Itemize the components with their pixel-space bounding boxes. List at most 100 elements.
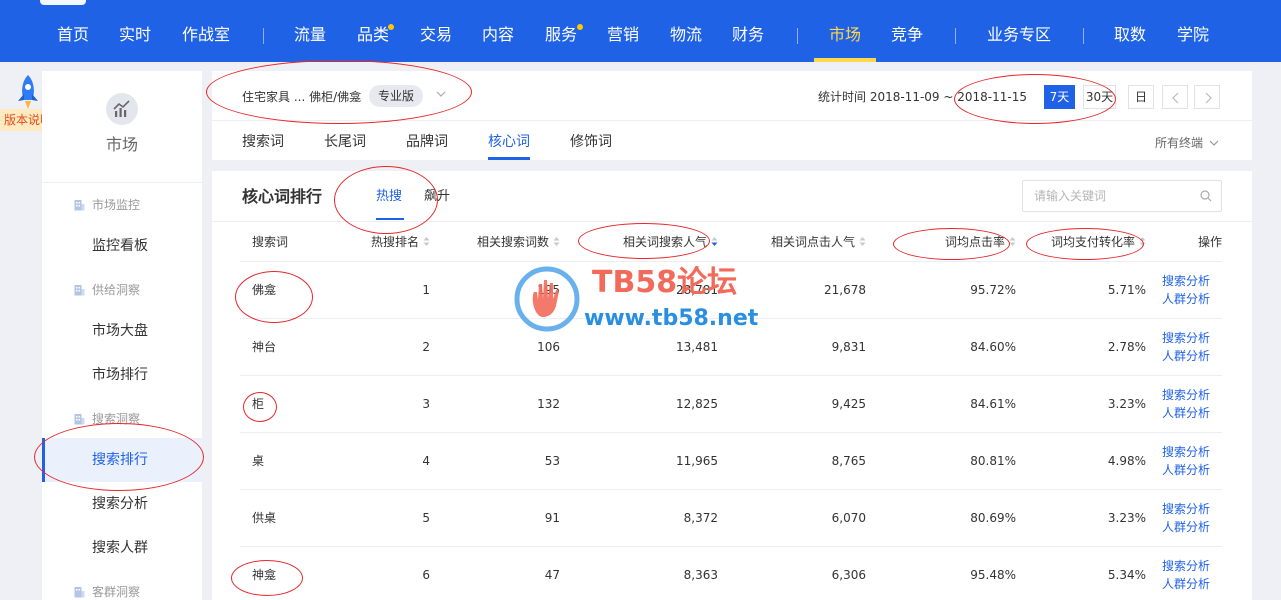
cell-hot-rank: 3 [320,374,430,432]
sidebar-item-market-rank[interactable]: 市场排行 [42,353,202,397]
cell-related-count: 106 [430,317,560,375]
prev-period-button[interactable] [1162,85,1188,109]
col-header-click-popularity[interactable]: 相关词点击人气 [718,222,866,261]
nav-item-warroom[interactable]: 作战室 [182,24,230,46]
cell-cvr: 5.71% [1016,260,1146,318]
nav-item-traffic[interactable]: 流量 [294,24,326,46]
edition-badge: 专业版 [369,85,424,107]
cell-actions: 搜索分析 人群分析 [1146,374,1222,432]
crowd-analysis-link[interactable]: 人群分析 [1162,461,1222,479]
table-row: 神龛 6 47 8,363 6,306 95.48% 5.34% 搜索分析 人群分… [240,545,1222,600]
keyword-search [1022,180,1222,212]
cell-cvr: 5.34% [1016,545,1146,600]
category-breadcrumb[interactable]: 住宅家具 ... 佛柜/佛龛 [242,88,361,106]
nav-item-logistics[interactable]: 物流 [670,24,702,46]
terminal-select[interactable]: 所有终端 [1155,134,1219,151]
filter-header: 住宅家具 ... 佛柜/佛龛 专业版 统计时间 2018-11-09 ~ 201… [212,71,1252,160]
nav-item-marketing[interactable]: 营销 [607,24,639,46]
chevron-down-icon[interactable] [435,88,447,100]
nav-item-content[interactable]: 内容 [482,24,514,46]
cell-ctr: 80.69% [866,488,1016,546]
crowd-analysis-link[interactable]: 人群分析 [1162,404,1222,422]
table-row: 柜 3 132 12,825 9,425 84.61% 3.23% 搜索分析 人群… [240,374,1222,432]
nav-item-academy[interactable]: 学院 [1177,24,1209,46]
sort-icon [423,236,430,246]
table-row: 神台 2 106 13,481 9,831 84.60% 2.78% 搜索分析人… [240,317,1222,375]
col-header-related-count[interactable]: 相关搜索词数 [430,222,560,261]
rocket-icon[interactable] [13,74,43,110]
subtab-hot[interactable]: 热搜 [376,187,402,207]
col-header-search-popularity[interactable]: 相关词搜索人气 [560,222,718,261]
range-day-button[interactable]: 日 [1128,85,1154,109]
cell-ctr: 80.81% [866,431,1016,489]
col-header-ctr[interactable]: 词均点击率 [866,222,1016,261]
next-period-button[interactable] [1194,85,1220,109]
cell-related-count: 132 [430,374,560,432]
tab-long-tail[interactable]: 长尾词 [324,132,366,152]
sidebar-group-label: 供给洞察 [92,283,141,297]
table-row: 佛龛 1 195 28,781 21,678 95.72% 5.71% 搜索分析… [240,260,1222,318]
nav-item-competition[interactable]: 竞争 [891,24,923,46]
sidebar-header: 市场 [42,71,202,183]
group-building-icon [74,586,85,597]
nav-item-data-fetch[interactable]: 取数 [1114,24,1146,46]
nav-item-business-zone[interactable]: 业务专区 [987,24,1051,46]
sidebar-item-search-crowd[interactable]: 搜索人群 [42,526,202,570]
cell-click-popularity: 9,425 [718,374,866,432]
market-chart-icon [106,93,138,125]
range-30d-button[interactable]: 30天 [1083,85,1116,109]
tab-search-word[interactable]: 搜索词 [242,132,284,152]
nav-item-trade[interactable]: 交易 [420,24,452,46]
cell-keyword: 柜 [240,374,320,432]
cell-click-popularity: 8,765 [718,431,866,489]
search-analysis-link[interactable]: 搜索分析 [1162,500,1222,518]
sidebar-group-supply: 供给洞察 [74,281,140,298]
tab-brand-word[interactable]: 品牌词 [406,132,448,152]
col-header-actions: 操作 [1197,234,1222,249]
search-analysis-link[interactable]: 搜索分析 [1162,272,1222,290]
nav-item-realtime[interactable]: 实时 [119,24,151,46]
cell-hot-rank: 1 [320,260,430,318]
cell-related-count: 91 [430,488,560,546]
sort-icon [553,236,560,246]
cell-cvr: 4.98% [1016,431,1146,489]
nav-item-service[interactable]: 服务 [545,24,577,46]
group-building-icon [74,413,85,424]
subtab-active-indicator [376,218,404,220]
sidebar-item-monitor-board[interactable]: 监控看板 [42,224,202,268]
stat-time: 统计时间 2018-11-09 ~ 2018-11-15 [818,90,1027,104]
table-header-row: 搜索词 热搜排名 相关搜索词数 相关词搜索人气 相关词点击人气 词均点击率 词均… [240,222,1222,261]
sidebar-group-monitor: 市场监控 [74,196,140,213]
tab-modifier-word[interactable]: 修饰词 [570,132,612,152]
subtab-rising[interactable]: 飙升 [424,187,450,207]
search-analysis-link[interactable]: 搜索分析 [1162,557,1222,575]
group-building-icon [74,284,85,295]
search-analysis-link[interactable]: 搜索分析 [1162,443,1222,461]
col-header-keyword: 搜索词 [252,234,289,249]
sidebar-item-search-rank[interactable]: 搜索排行 [42,438,202,482]
sidebar-item-search-analysis[interactable]: 搜索分析 [42,482,202,526]
keyword-search-input[interactable] [1023,181,1193,211]
tab-active-indicator [488,157,530,160]
crowd-analysis-link[interactable]: 人群分析 [1162,575,1222,593]
range-7d-button[interactable]: 7天 [1044,85,1075,109]
sidebar-item-market-overview[interactable]: 市场大盘 [42,309,202,353]
nav-item-category[interactable]: 品类 [357,24,389,46]
crowd-analysis-link[interactable]: 人群分析 [1162,518,1222,536]
col-header-hot-rank[interactable]: 热搜排名 [320,222,430,261]
tab-core-word[interactable]: 核心词 [488,132,530,152]
col-header-cvr[interactable]: 词均支付转化率 [1016,222,1146,261]
crowd-analysis-link[interactable]: 人群分析 [1162,290,1222,308]
table-row: 桌 4 53 11,965 8,765 80.81% 4.98% 搜索分析 人群分… [240,431,1222,489]
sort-icon [859,236,866,246]
nav-item-finance[interactable]: 财务 [732,24,764,46]
search-icon[interactable] [1200,190,1212,202]
nav-item-market[interactable]: 市场 [829,24,861,46]
nav-item-home[interactable]: 首页 [57,24,89,46]
crowd-analysis-link[interactable]: 人群分析 [1162,347,1222,365]
cell-actions: 搜索分析 人群分析 [1146,317,1222,375]
logo [40,0,86,5]
search-analysis-link[interactable]: 搜索分析 [1162,329,1222,347]
cell-search-popularity: 11,965 [560,431,718,489]
search-analysis-link[interactable]: 搜索分析 [1162,386,1222,404]
